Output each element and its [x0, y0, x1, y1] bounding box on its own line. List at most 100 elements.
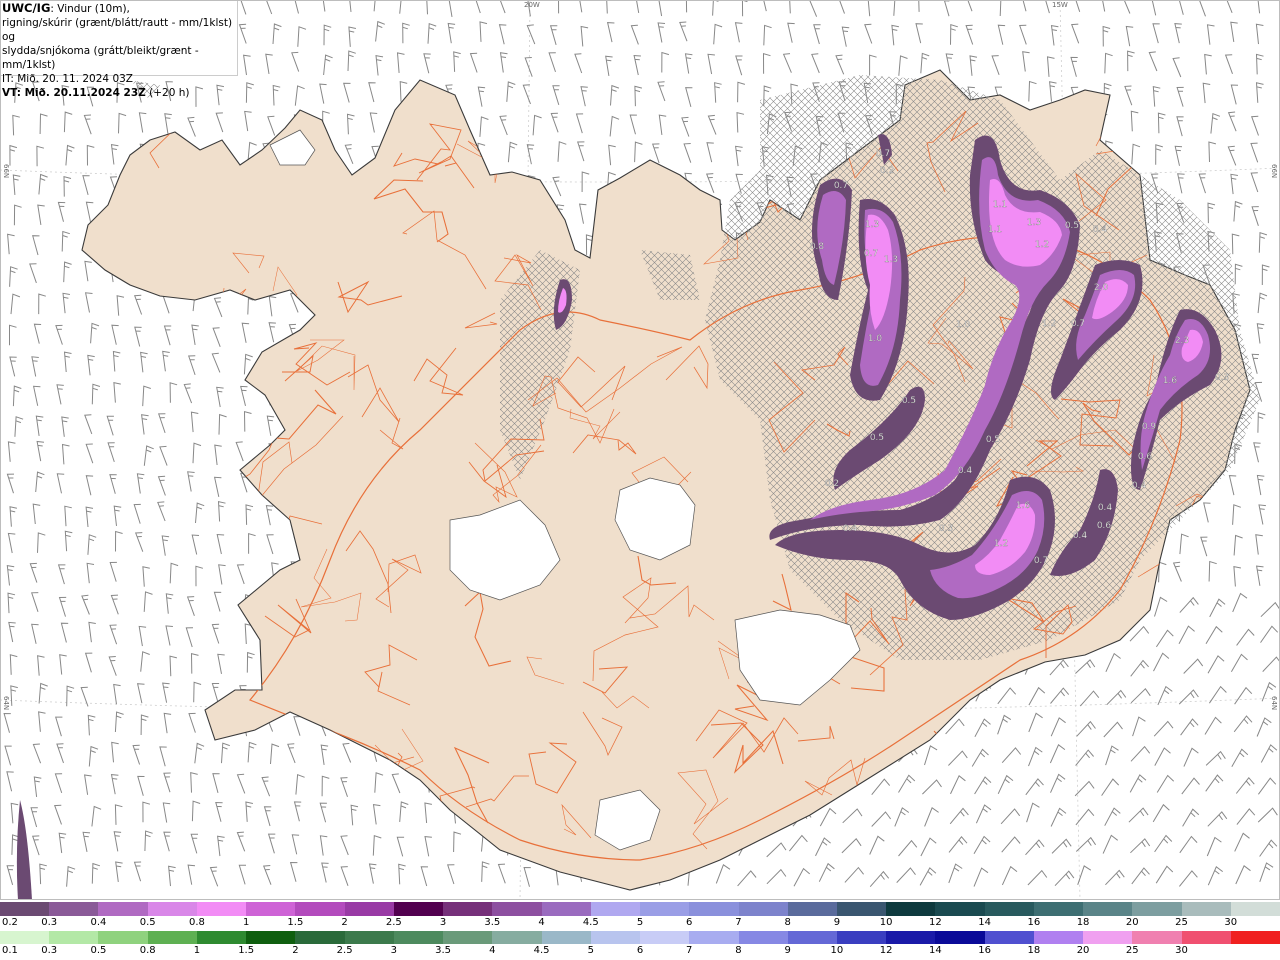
wind-barb	[424, 802, 432, 824]
legend-label: 12	[929, 917, 942, 928]
precip-value-label: 1.2	[1035, 240, 1049, 250]
legend-label: 9	[833, 917, 841, 928]
wind-barb	[841, 838, 862, 854]
wind-barb	[91, 383, 101, 405]
wind-barb	[943, 0, 950, 17]
wind-barb	[1234, 832, 1250, 852]
wind-barb	[608, 144, 616, 166]
wind-barb	[679, 21, 688, 42]
wind-barb	[507, 141, 518, 163]
wind-barb	[163, 325, 172, 346]
legend-swatch	[295, 902, 345, 916]
wind-barb	[967, 0, 973, 12]
wind-barb	[349, 0, 352, 12]
wind-barb	[268, 295, 277, 317]
wind-barb	[838, 0, 845, 14]
wind-barb	[319, 802, 327, 823]
wind-barb	[212, 327, 221, 347]
wind-barb	[658, 114, 667, 135]
wind-barb	[157, 475, 166, 496]
wind-barb	[1158, 561, 1167, 583]
wind-barb	[3, 712, 11, 733]
wind-barb	[869, 835, 885, 855]
road	[197, 299, 256, 354]
wind-barb	[38, 711, 46, 732]
wind-barb	[526, 24, 536, 45]
wind-barb	[735, 55, 743, 76]
map-info-box: UWC/IG: Vindur (10m), rigning/skúrir (gr…	[0, 0, 238, 99]
wind-barb	[896, 867, 916, 883]
wind-barb	[372, 804, 381, 825]
wind-barb	[579, 0, 583, 13]
wind-barb	[109, 624, 118, 645]
wind-barb	[1236, 628, 1255, 646]
wind-barb	[1206, 836, 1222, 857]
wind-barb	[1228, 475, 1237, 496]
wind-barb	[1001, 836, 1021, 853]
wind-barb	[1151, 0, 1158, 16]
wind-barb	[186, 596, 195, 616]
wind-barb	[291, 834, 300, 855]
wind-barb	[372, 835, 382, 856]
precip-value-label: 1.3	[1027, 218, 1041, 228]
legend-label: 20	[1076, 945, 1090, 956]
wind-barb	[552, 176, 562, 197]
legend-label: 4	[538, 917, 545, 928]
wind-barb	[1178, 689, 1199, 705]
wind-barb	[30, 807, 38, 828]
wind-barb	[969, 55, 978, 76]
wind-barb	[108, 656, 117, 676]
wind-barb	[188, 355, 196, 376]
precip-value-label: 1.2	[994, 539, 1008, 549]
wind-barb	[1104, 52, 1113, 74]
wind-barb	[918, 0, 920, 12]
wind-barb	[950, 24, 958, 45]
legend-label: 7	[686, 945, 693, 956]
wind-barb	[375, 20, 385, 42]
wind-barb	[398, 863, 406, 885]
wind-barb	[112, 350, 121, 372]
wind-barb	[734, 22, 743, 43]
wind-barb	[479, 21, 488, 42]
wind-barb	[6, 771, 14, 792]
wind-barb	[965, 24, 974, 45]
wind-barb	[29, 562, 38, 583]
wind-barb	[270, 743, 280, 765]
wind-barb	[1101, 778, 1120, 796]
wind-barb	[187, 864, 196, 885]
wind-barb	[712, 0, 719, 16]
wind-barb	[891, 24, 899, 46]
wind-barb	[1154, 834, 1173, 853]
wind-barb	[763, 0, 767, 12]
wind-barb	[1130, 110, 1139, 132]
wind-barb	[1232, 592, 1248, 613]
wind-barb	[36, 145, 45, 167]
wind-barb	[1074, 780, 1095, 797]
wind-barb	[38, 173, 48, 195]
wind-barb	[550, 112, 559, 133]
legend-swatch	[0, 902, 50, 916]
wind-barb	[1257, 292, 1268, 314]
precip-value-label: 0.2	[825, 479, 839, 489]
wind-barb	[63, 261, 72, 283]
wind-barb	[66, 685, 75, 707]
wind-barb	[499, 52, 508, 73]
precip-value-label: 0.7	[1071, 319, 1085, 329]
legend-swatch	[689, 931, 739, 944]
wind-barb	[1130, 838, 1151, 854]
wind-barb	[1233, 715, 1253, 733]
wind-barb	[36, 440, 45, 462]
wind-barb	[1260, 601, 1280, 618]
wind-barb	[1104, 807, 1121, 826]
wind-barb	[871, 811, 892, 827]
wind-barb	[39, 113, 48, 135]
wind-barb	[1208, 685, 1227, 704]
wind-barb	[1179, 596, 1199, 613]
wind-barb	[1153, 652, 1170, 672]
wind-barb	[297, 26, 307, 47]
wind-barb	[549, 25, 558, 46]
wind-barb	[423, 53, 431, 74]
wind-barb	[321, 862, 329, 883]
wind-barb	[113, 683, 121, 705]
wind-barb	[9, 654, 18, 675]
